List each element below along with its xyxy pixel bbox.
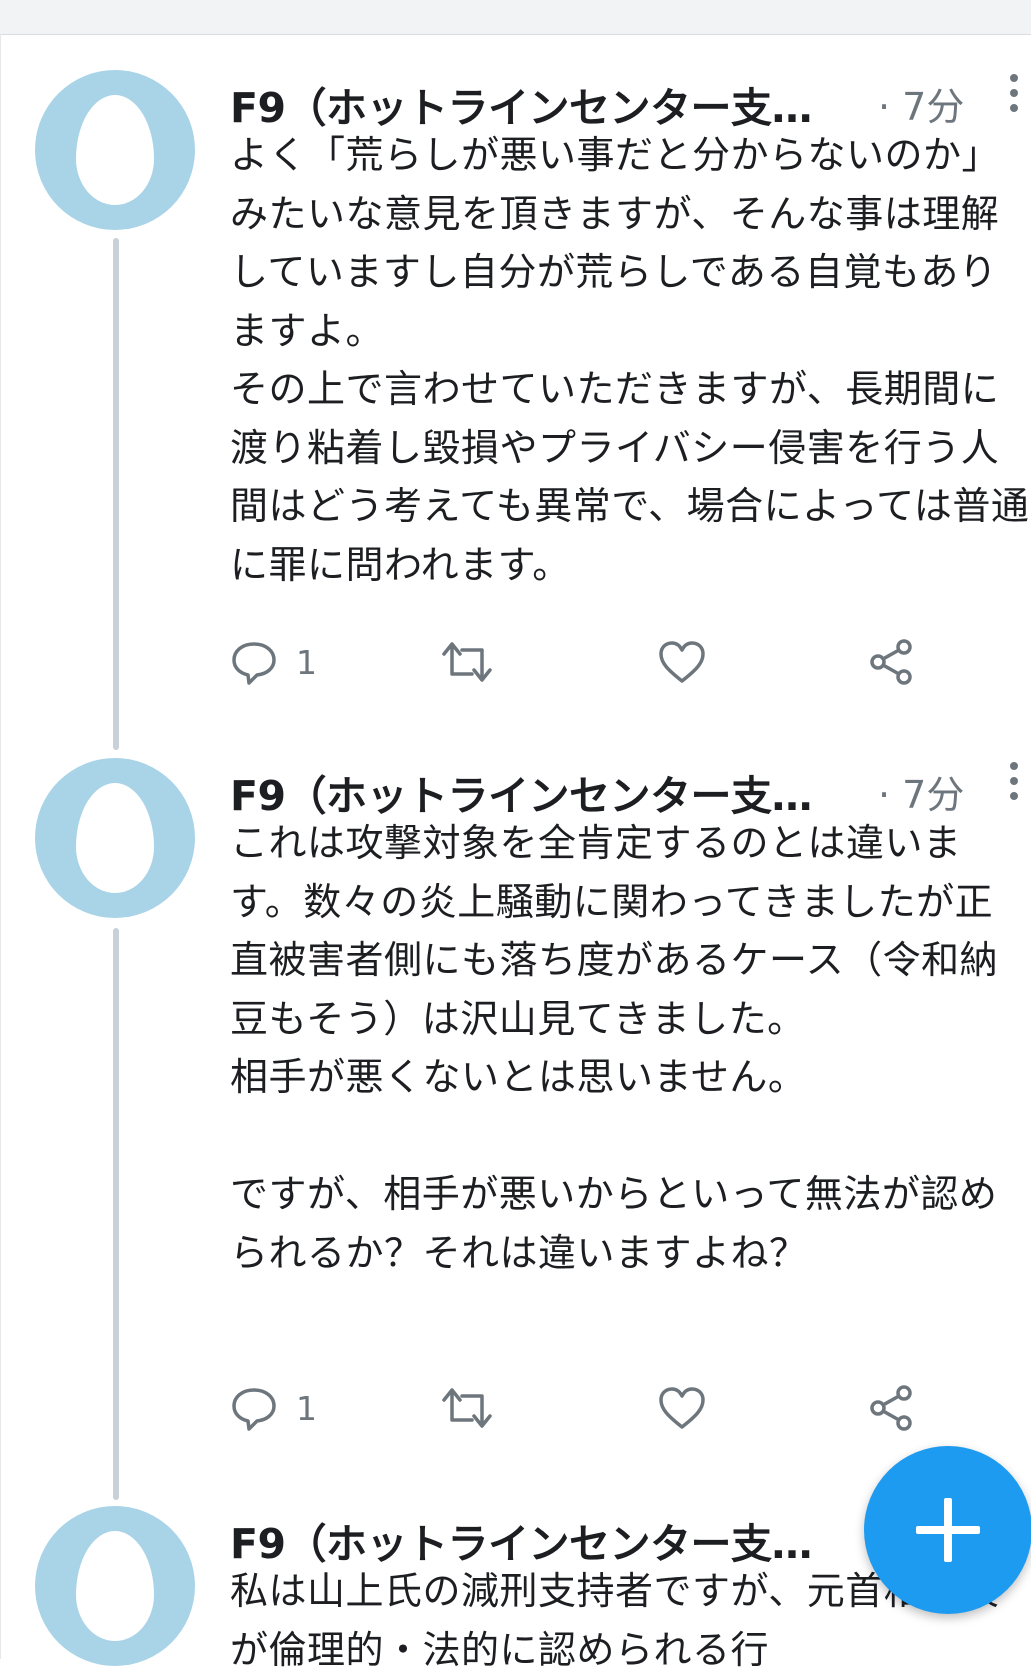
author-name[interactable]: F9（ホットラインセンター支…: [230, 74, 813, 134]
tweet-header: F9（ホットラインセンター支… · 7分: [230, 758, 1030, 820]
thread-connector: [113, 928, 119, 1500]
reply-count: 1: [296, 642, 317, 682]
author-name[interactable]: F9（ホットラインセンター支…: [230, 1510, 813, 1570]
reply-button[interactable]: 1: [230, 1378, 317, 1438]
retweet-icon: [442, 642, 492, 682]
reply-icon: [232, 642, 276, 685]
retweet-button[interactable]: [440, 1378, 494, 1438]
share-button[interactable]: [868, 632, 916, 692]
like-button[interactable]: [658, 632, 706, 692]
like-button[interactable]: [658, 1378, 706, 1438]
retweet-icon: [442, 1388, 492, 1428]
timestamp[interactable]: · 7分: [878, 764, 964, 819]
more-options-icon[interactable]: [1008, 762, 1020, 802]
default-egg-avatar: [76, 783, 154, 893]
tweet[interactable]: F9（ホットラインセンター支… · 7分 よく「荒らしが悪い事だと分からないのか…: [230, 70, 1030, 594]
compose-tweet-button[interactable]: [864, 1446, 1031, 1614]
default-egg-avatar: [76, 95, 154, 205]
reply-count: 1: [296, 1388, 317, 1428]
timeline-border: [0, 34, 1, 1659]
reply-button[interactable]: 1: [230, 632, 317, 692]
top-bar: [0, 0, 1031, 35]
tweet-actions: 1: [230, 1378, 930, 1438]
share-icon: [870, 639, 912, 685]
tweet-header: F9（ホットラインセンター支… · 7分: [230, 70, 1030, 132]
avatar[interactable]: [35, 758, 195, 918]
avatar[interactable]: [35, 1506, 195, 1666]
like-icon: [659, 641, 705, 683]
tweet[interactable]: F9（ホットラインセンター支… · 7分 これは攻撃対象を全肯定するのとは違いま…: [230, 758, 1030, 1282]
tweet-text: よく「荒らしが悪い事だと分からないのか」みたいな意見を頂きますが、そんな事は理解…: [230, 133, 1030, 587]
tweet-text: これは攻撃対象を全肯定するのとは違います。数々の炎上騒動に関わってきましたが正直…: [230, 821, 999, 1275]
author-name[interactable]: F9（ホットラインセンター支…: [230, 762, 813, 822]
default-egg-avatar: [76, 1531, 154, 1641]
reply-icon: [232, 1388, 276, 1431]
like-icon: [659, 1387, 705, 1429]
share-icon: [870, 1385, 912, 1431]
avatar[interactable]: [35, 70, 195, 230]
retweet-button[interactable]: [440, 632, 494, 692]
share-button[interactable]: [868, 1378, 916, 1438]
more-options-icon[interactable]: [1008, 74, 1020, 114]
thread-connector: [113, 238, 119, 750]
tweet-actions: 1: [230, 632, 930, 692]
timestamp[interactable]: · 7分: [878, 76, 964, 131]
